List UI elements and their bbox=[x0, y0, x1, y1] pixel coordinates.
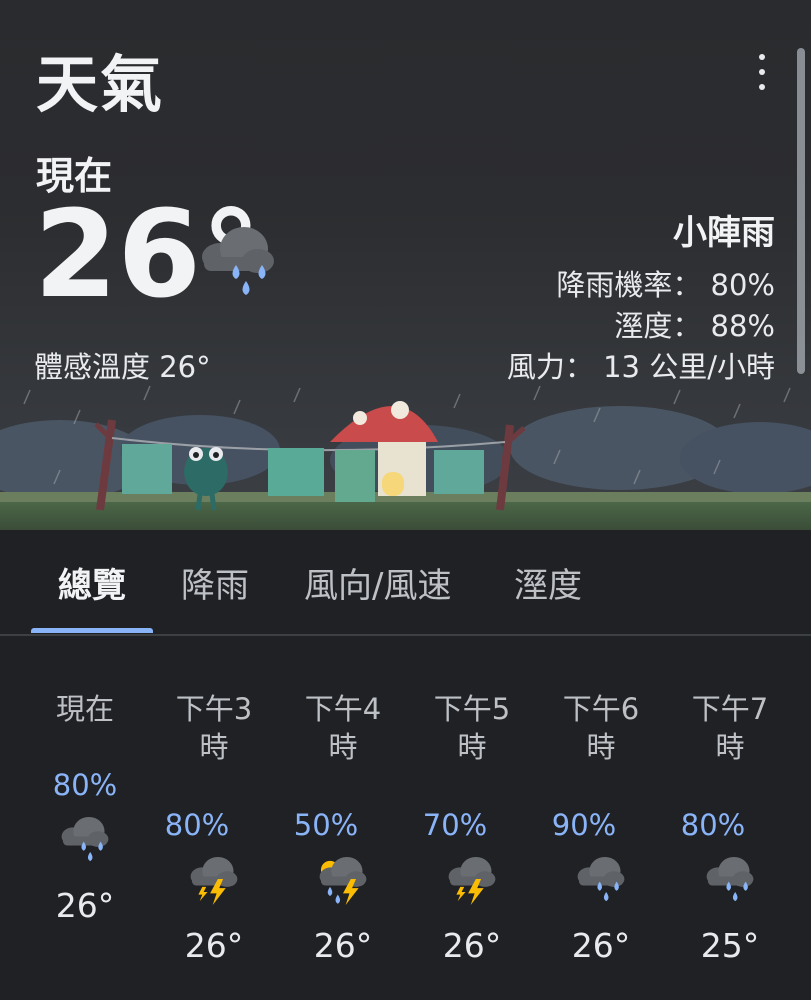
tab-overview[interactable]: 總覽 bbox=[58, 558, 126, 607]
hour-precip: 50% bbox=[293, 808, 359, 842]
hour-temp: 26° bbox=[442, 926, 502, 965]
hour-temp: 26° bbox=[313, 926, 373, 965]
rainy-scene-illustration bbox=[0, 385, 811, 530]
condition-text: 小陣雨 bbox=[673, 213, 775, 253]
tab-wind[interactable]: 風向/風速 bbox=[304, 558, 451, 607]
hour-label: 下午3 時 bbox=[175, 692, 253, 764]
precip-chance: 降雨機率： 80% bbox=[556, 268, 775, 302]
rain-cloud-icon bbox=[577, 856, 625, 902]
tab-humidity[interactable]: 溼度 bbox=[514, 558, 582, 607]
hour-precip: 70% bbox=[422, 808, 488, 842]
hour-temp: 25° bbox=[700, 926, 760, 965]
hour-temp: 26° bbox=[55, 886, 115, 925]
thunderstorm-icon bbox=[190, 856, 238, 906]
humidity: 溼度： 88% bbox=[614, 309, 775, 343]
active-tab-indicator bbox=[31, 628, 153, 633]
hour-temp: 26° bbox=[184, 926, 244, 965]
hour-precip: 90% bbox=[551, 808, 617, 842]
hour-precip: 80% bbox=[164, 808, 230, 842]
hour-temp: 26° bbox=[571, 926, 631, 965]
tab-precipitation[interactable]: 降雨 bbox=[181, 558, 249, 607]
hour-label: 下午5 時 bbox=[433, 692, 511, 764]
scrollbar[interactable] bbox=[797, 48, 805, 374]
hour-label: 下午4 時 bbox=[304, 692, 382, 764]
more-options-icon[interactable] bbox=[752, 54, 772, 90]
hour-label: 下午6 時 bbox=[562, 692, 640, 764]
rain-cloud-icon bbox=[202, 227, 274, 295]
hour-precip: 80% bbox=[680, 808, 746, 842]
rain-cloud-icon bbox=[706, 856, 754, 902]
thunderstorm-icon bbox=[448, 856, 496, 906]
tab-bar: 總覽 降雨 風向/風速 溼度 bbox=[0, 530, 811, 636]
rain-cloud-icon bbox=[61, 816, 109, 862]
hour-label: 現在 bbox=[55, 692, 114, 726]
hour-precip: 80% bbox=[52, 768, 118, 802]
hour-label: 下午7 時 bbox=[691, 692, 769, 764]
thunder-rain-icon bbox=[319, 856, 367, 906]
weather-header: 天氣 現在 26° 體感溫度 26° 小陣雨 降雨機率： 80% 溼度： 88%… bbox=[0, 0, 811, 530]
app-title: 天氣 bbox=[36, 48, 165, 121]
